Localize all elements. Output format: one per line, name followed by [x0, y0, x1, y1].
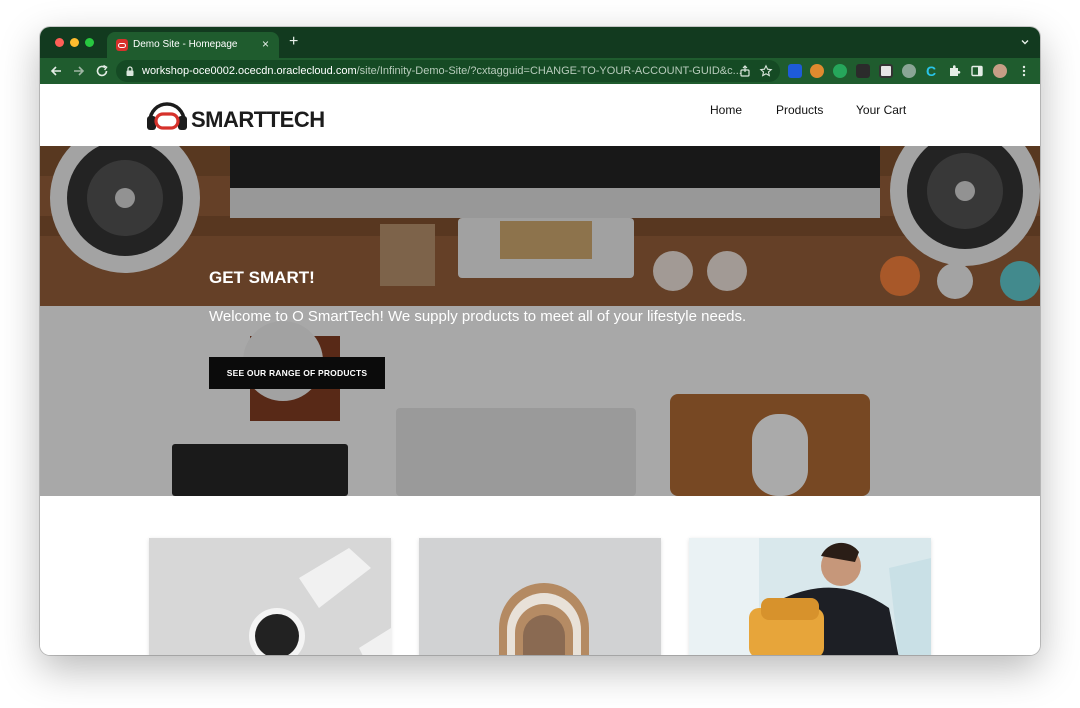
reader-extension-icon[interactable] — [879, 64, 893, 78]
side-panel-icon[interactable] — [970, 64, 984, 78]
evernote-extension-icon[interactable] — [833, 64, 847, 78]
new-tab-button[interactable]: + — [289, 33, 298, 51]
tab-title: Demo Site - Homepage — [133, 39, 238, 50]
chevron-down-icon[interactable] — [1020, 37, 1030, 47]
screen: Demo Site - Homepage × + workshop-oce000… — [0, 0, 1080, 708]
hero-banner: GET SMART! Welcome to O SmartTech! We su… — [40, 146, 1040, 496]
tab-homepage[interactable]: Demo Site - Homepage × — [107, 32, 279, 58]
hero-text: Welcome to O SmartTech! We supply produc… — [209, 308, 747, 325]
profile-circle-extension-icon[interactable] — [902, 64, 916, 78]
forward-icon[interactable] — [71, 63, 87, 79]
hero-title: GET SMART! — [209, 268, 315, 287]
product-card-watch[interactable] — [149, 538, 391, 655]
off-badge-extension-icon[interactable] — [856, 64, 870, 78]
kebab-menu-icon[interactable] — [1017, 64, 1031, 78]
nav-products[interactable]: Products — [776, 103, 823, 117]
product-card-lamp[interactable] — [419, 538, 661, 655]
url-host: workshop-oce0002.ocecdn.oraclecloud.com — [142, 65, 357, 77]
browser-toolbar: workshop-oce0002.ocecdn.oraclecloud.com/… — [40, 58, 1040, 84]
browser-window: Demo Site - Homepage × + workshop-oce000… — [40, 27, 1040, 655]
bookmark-star-icon[interactable] — [759, 64, 773, 78]
product-card-backpack[interactable] — [689, 538, 931, 655]
logo-text: SMARTTECH — [191, 107, 325, 132]
share-icon[interactable] — [738, 64, 752, 78]
headphones-logo-icon — [147, 102, 187, 130]
address-bar[interactable]: workshop-oce0002.ocecdn.oraclecloud.com/… — [116, 60, 780, 82]
smartwatch-image — [149, 538, 391, 655]
url-text: workshop-oce0002.ocecdn.oraclecloud.com/… — [142, 65, 742, 77]
oracle-favicon-icon — [116, 39, 128, 51]
tab-strip: Demo Site - Homepage × + — [40, 27, 1040, 58]
c-extension-icon[interactable]: C — [924, 64, 938, 78]
back-icon[interactable] — [48, 63, 64, 79]
avatar[interactable] — [993, 64, 1007, 78]
minimize-window-button[interactable] — [70, 38, 79, 47]
maximize-window-button[interactable] — [85, 38, 94, 47]
nav-home[interactable]: Home — [710, 103, 742, 117]
site-header: SMARTTECH Home Products Your Cart — [40, 84, 1040, 146]
lock-icon[interactable] — [124, 65, 136, 77]
backpack-man-image — [689, 538, 931, 655]
tab-close-icon[interactable]: × — [262, 37, 269, 51]
web-page: SMARTTECH Home Products Your Cart GET SM… — [40, 84, 1040, 655]
cookie-extension-icon[interactable] — [810, 64, 824, 78]
arch-lamp-image — [419, 538, 661, 655]
url-path: /site/Infinity-Demo-Site/?cxtagguid=CHAN… — [356, 65, 742, 77]
close-window-button[interactable] — [55, 38, 64, 47]
puzzle-extensions-icon[interactable] — [947, 64, 961, 78]
smarttech-logo[interactable]: SMARTTECH — [145, 99, 325, 133]
nav-your-cart[interactable]: Your Cart — [856, 103, 906, 117]
see-products-button[interactable]: SEE OUR RANGE OF PRODUCTS — [209, 357, 385, 389]
reload-icon[interactable] — [94, 63, 110, 79]
password-manager-extension-icon[interactable] — [788, 64, 802, 78]
